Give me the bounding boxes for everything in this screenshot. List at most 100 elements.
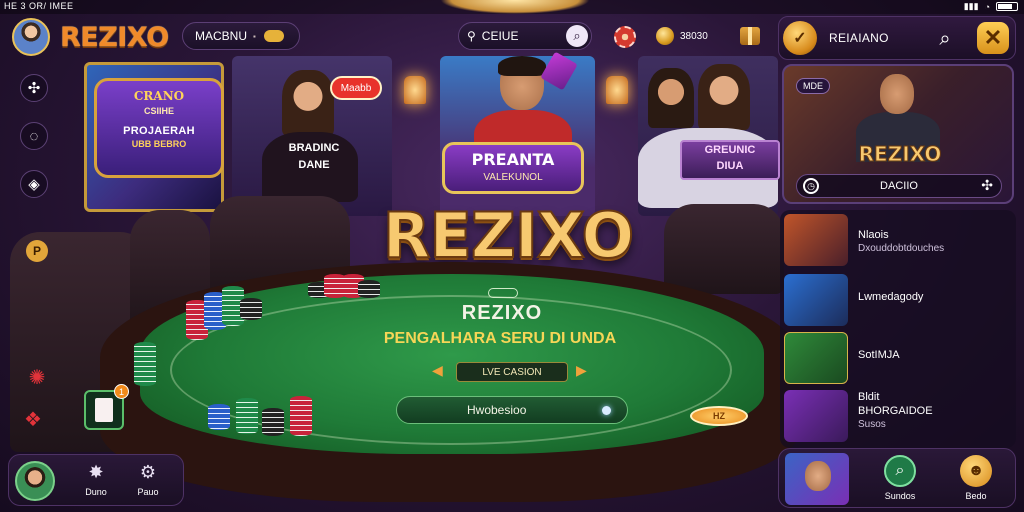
close-icon[interactable]: ✕: [977, 22, 1009, 54]
currency-amount: 38030: [680, 30, 708, 42]
profile-avatar[interactable]: [15, 461, 55, 501]
star-badge-icon: ✸: [88, 462, 104, 482]
toggle-icon: [263, 30, 284, 42]
featured-host-head: [880, 74, 914, 114]
list-item-thumbnail: [784, 214, 848, 266]
list-item-title: SotIMJA: [858, 349, 900, 361]
list-item[interactable]: SotIMJA: [784, 330, 1012, 386]
chip-stack: [290, 396, 312, 436]
table-marker-icon: [488, 288, 518, 298]
chip-stack: [236, 398, 258, 434]
currency-pill[interactable]: 38030: [650, 22, 768, 50]
signal-icon: ▮▮▮: [963, 1, 979, 11]
gift-box-icon[interactable]: ❖: [22, 408, 44, 431]
search-icon: ⌕: [884, 455, 916, 487]
system-icons: ▮▮▮ ◔: [964, 1, 1018, 12]
vip-logo-icon[interactable]: ✓: [783, 21, 817, 55]
expand-icon[interactable]: ✣: [981, 177, 993, 194]
user-avatar[interactable]: [12, 18, 50, 56]
list-item-subtitle: BHORGAIDOE: [858, 405, 933, 417]
nav-item-pauo[interactable]: ⚙ Pauo: [123, 461, 173, 497]
location-pin-icon: ⚲: [467, 29, 476, 43]
list-item-extra: Susos: [858, 419, 886, 430]
list-item[interactable]: Bldit BHORGAIDOE Susos: [784, 388, 1012, 444]
battery-icon: [996, 2, 1018, 11]
menu-pill[interactable]: MACBNU ▪: [182, 22, 300, 50]
promo-sign-subtitle: CSIIHE: [143, 106, 174, 116]
play-indicator-icon: [602, 406, 611, 415]
dealer-woman-right: [698, 64, 750, 130]
wall-lamp-left: [404, 76, 426, 104]
dealer-sign: BRADINC DANE: [288, 142, 340, 171]
featured-game-card[interactable]: MDE REZIXO ◷ DACIIO ✣: [782, 64, 1014, 204]
right-header: ✓ REIAIANO ⌕ ✕: [778, 16, 1016, 60]
red-badge[interactable]: Maabb: [330, 76, 382, 100]
top-bar: REZIXO MACBNU ▪ ⚲ CEIUE ⌕ 38030: [0, 14, 770, 60]
recent-game-thumbnail[interactable]: [785, 453, 849, 505]
list-item-thumbnail: [784, 332, 848, 384]
wifi-icon: ◔: [984, 1, 990, 12]
promo-badge[interactable]: P: [26, 240, 48, 262]
bedo-button[interactable]: ☻ Bedo: [951, 455, 1001, 501]
promo-sign-left[interactable]: CRANO CSIIHE PROJAERAH UBB BEBRO: [94, 78, 224, 178]
game-list: Nlaois Dxouddobtdouches Lwmedagody SotIM…: [780, 210, 1016, 448]
dropdown-icon: ▪: [253, 31, 256, 41]
bedo-label: Bedo: [965, 491, 987, 501]
chip-stack: [358, 280, 380, 298]
promo-sign-caption: UBB BEBRO: [131, 139, 187, 149]
search-icon[interactable]: ⌕: [566, 25, 588, 47]
gear-icon: ⚙: [139, 462, 157, 482]
host-banner: PREANTA VALEKUNOL: [442, 142, 584, 194]
list-item-thumbnail: [784, 274, 848, 326]
bottom-nav: ✸ Duno ⚙ Pauo: [8, 454, 184, 506]
shield-icon[interactable]: ◈: [20, 170, 48, 198]
status-clock: HE 3 OR/ IMEE: [4, 1, 74, 11]
list-item-title: Nlaois: [858, 229, 889, 241]
shuffle-icon[interactable]: ✣: [20, 74, 48, 102]
sundos-label: Sundos: [884, 491, 916, 501]
play-button[interactable]: Hwobesioo: [396, 396, 628, 424]
table-subtitle: PENGALHARA SERU DI UNDA: [383, 330, 617, 347]
card-slot[interactable]: 1: [84, 384, 129, 430]
table-title: REZIXO: [461, 302, 543, 324]
nav-item-label: Duno: [85, 487, 107, 497]
mascot-icon: ☻: [960, 455, 992, 487]
chandelier: [440, 0, 590, 14]
dice-icon[interactable]: ✺: [26, 366, 48, 389]
chip-stack: [208, 404, 230, 430]
list-item[interactable]: Lwmedagody: [784, 272, 1012, 328]
right-header-name: REIAIANO: [829, 31, 889, 45]
brand-logo[interactable]: REZIXO: [60, 22, 169, 53]
search-icon[interactable]: ⌕: [931, 25, 959, 53]
sundos-button[interactable]: ⌕ Sundos: [875, 455, 925, 501]
play-button-label: Hwobesioo: [467, 403, 527, 417]
coin-icon: [656, 27, 674, 45]
nav-item-duno[interactable]: ✸ Duno: [71, 461, 121, 497]
featured-bar-label: DACIIO: [880, 180, 918, 192]
list-item[interactable]: Nlaois Dxouddobtdouches: [784, 212, 1012, 268]
notification-badge: 1: [114, 384, 129, 399]
prev-arrow-icon[interactable]: ◀: [432, 362, 443, 379]
history-icon[interactable]: ◷: [803, 178, 819, 194]
wall-lamp-right: [606, 76, 628, 104]
promo-sign-title: CRANO: [133, 89, 185, 103]
host-banner-subtitle: VALEKUNOL: [483, 172, 543, 183]
host-banner-title: PREANTA: [471, 150, 555, 169]
list-item-title: Bldit: [858, 391, 880, 403]
support-icon[interactable]: ◌: [20, 122, 48, 150]
gift-icon[interactable]: [740, 27, 760, 45]
red-chip-icon[interactable]: [614, 26, 636, 48]
list-item-thumbnail: [784, 390, 848, 442]
search-pill-label: CEIUE: [481, 29, 519, 43]
chip-stack: [134, 342, 156, 386]
search-pill[interactable]: ⚲ CEIUE ⌕: [458, 22, 592, 50]
live-casino-strip[interactable]: LVE CASION: [456, 362, 568, 382]
table-token[interactable]: HZ: [690, 406, 748, 426]
next-arrow-icon[interactable]: ▶: [576, 362, 587, 379]
menu-pill-label: MACBNU: [195, 29, 248, 43]
chip-stack: [262, 408, 284, 436]
list-item-subtitle: Dxouddobtdouches: [858, 243, 945, 254]
featured-tag: MDE: [796, 78, 830, 94]
featured-action-bar[interactable]: ◷ DACIIO ✣: [796, 174, 1002, 198]
bottom-right-bar: ⌕ Sundos ☻ Bedo: [778, 448, 1016, 508]
